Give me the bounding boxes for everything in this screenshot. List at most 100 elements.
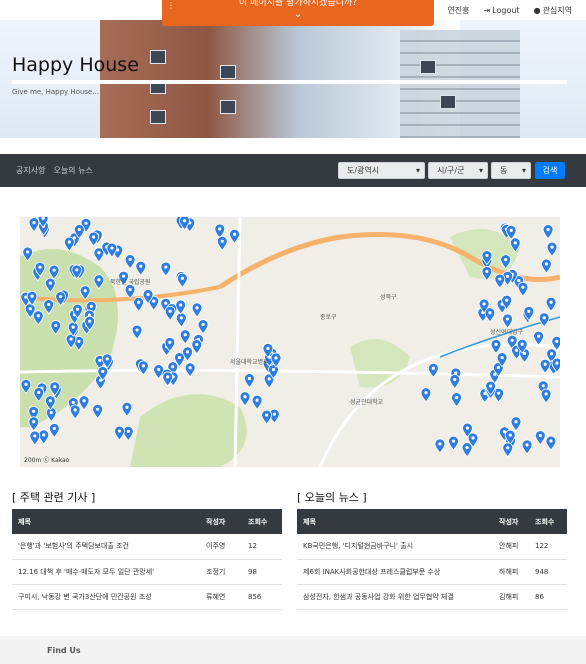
house-marker[interactable] xyxy=(239,391,251,407)
house-marker[interactable] xyxy=(542,224,554,240)
house-marker[interactable] xyxy=(541,258,552,274)
house-marker[interactable] xyxy=(534,430,546,446)
drag-handle-icon[interactable]: ⋮ xyxy=(167,1,175,10)
house-marker[interactable] xyxy=(451,392,462,408)
house-marker[interactable] xyxy=(448,435,459,451)
rating-toast[interactable]: ⋮ 이 페이지를 평가하시겠습니까? ⌄ xyxy=(162,0,434,26)
house-marker[interactable] xyxy=(164,305,176,321)
marker-dot xyxy=(180,276,184,280)
house-marker[interactable] xyxy=(420,387,432,403)
house-marker[interactable] xyxy=(28,217,40,233)
marker-dot xyxy=(514,348,519,352)
marker-dot xyxy=(544,262,549,266)
house-marker[interactable] xyxy=(114,425,125,441)
row-title[interactable]: 구미시, 낙동강 변 국가3산단에 민간공원 조성 xyxy=(12,584,200,610)
house-marker[interactable] xyxy=(251,394,263,410)
house-marker[interactable] xyxy=(545,435,557,451)
table-row[interactable]: KB국민은행, '디지털현금바구니' 출시 안해피 122 xyxy=(297,534,567,560)
house-marker[interactable] xyxy=(48,423,60,439)
house-marker[interactable] xyxy=(28,416,40,432)
kakao-map[interactable]: 종로구 성북구 북한산 국립공원 서울대학교병원 성균관대학교 성신여대입구 2… xyxy=(20,217,560,467)
house-marker[interactable] xyxy=(138,360,149,376)
table-row[interactable]: 제6회 INAK사회공헌대상 프레스클럽부문 수상 하해피 948 xyxy=(297,559,567,585)
house-marker[interactable] xyxy=(546,241,558,257)
house-marker[interactable] xyxy=(517,281,529,297)
row-title[interactable]: '은행'과 '보험사'의 주택담보대출 조건 xyxy=(12,534,200,560)
house-marker[interactable] xyxy=(29,430,41,446)
table-row[interactable]: 삼성전자, 한샘과 공동사업 강화 위한 업무협약 체결 김해피 86 xyxy=(297,584,567,610)
house-marker[interactable] xyxy=(490,339,502,355)
house-marker[interactable] xyxy=(124,284,136,300)
house-marker[interactable] xyxy=(175,312,187,328)
house-marker[interactable] xyxy=(461,442,473,458)
dong-select[interactable]: 동 ▾ xyxy=(491,162,531,179)
table-header-row: 제목 작성자 조회수 xyxy=(12,509,282,534)
house-marker[interactable] xyxy=(216,235,228,251)
row-title[interactable]: 제6회 INAK사회공헌대상 프레스클럽부문 수상 xyxy=(297,559,493,585)
row-author: 하해피 xyxy=(493,559,529,585)
house-marker[interactable] xyxy=(191,339,203,355)
house-marker[interactable] xyxy=(121,401,133,417)
row-title[interactable]: 삼성전자, 한샘과 공동사업 강화 위한 업무협약 체결 xyxy=(297,584,493,610)
house-marker[interactable] xyxy=(175,299,187,315)
nav-link-news[interactable]: 오늘의 뉴스 xyxy=(53,165,92,176)
house-marker[interactable] xyxy=(538,312,550,328)
house-marker[interactable] xyxy=(551,335,560,351)
house-marker[interactable] xyxy=(494,273,506,289)
house-marker[interactable] xyxy=(63,236,75,252)
house-marker[interactable] xyxy=(533,330,544,346)
house-marker[interactable] xyxy=(510,416,522,432)
nav-link-notice[interactable]: 공지사항 xyxy=(16,165,45,176)
row-title[interactable]: 12.16 대책 후 '매수·매도자 모두 일단 관망세' xyxy=(12,559,200,585)
search-button[interactable]: 검색 xyxy=(535,162,565,179)
house-marker[interactable] xyxy=(133,296,145,312)
house-marker[interactable] xyxy=(38,429,50,445)
house-marker[interactable] xyxy=(539,358,551,374)
house-marker[interactable] xyxy=(45,407,57,423)
marker-dot xyxy=(517,279,521,283)
table-row[interactable]: '은행'과 '보험사'의 주택담보대출 조건 이주영 12 xyxy=(12,534,282,560)
marker-dot xyxy=(82,399,86,403)
house-marker[interactable] xyxy=(545,296,557,312)
logout-link[interactable]: ⇥ Logout xyxy=(483,6,519,15)
house-marker[interactable] xyxy=(124,254,136,270)
favorite-area-link[interactable]: ● 관심지역 xyxy=(534,5,572,16)
province-select[interactable]: 도/광역시 ▾ xyxy=(338,162,425,179)
house-marker[interactable] xyxy=(191,302,203,318)
marker-dot xyxy=(543,362,547,366)
marker-dot xyxy=(42,433,46,437)
marker-dot xyxy=(164,301,168,305)
house-marker[interactable] xyxy=(434,438,446,454)
house-marker[interactable] xyxy=(197,319,209,335)
member-info-link[interactable]: 연진흥 xyxy=(447,5,469,16)
house-marker[interactable] xyxy=(502,442,514,458)
house-marker[interactable] xyxy=(244,373,255,389)
marker-dot xyxy=(179,303,183,307)
map-canvas[interactable] xyxy=(20,217,560,467)
table-row[interactable]: 구미시, 낙동강 변 국가3산단에 민간공원 조성 류혜연 856 xyxy=(12,584,282,610)
house-marker[interactable] xyxy=(540,388,552,404)
house-marker[interactable] xyxy=(92,403,104,419)
house-marker[interactable] xyxy=(176,272,188,288)
house-marker[interactable] xyxy=(502,313,513,329)
house-marker[interactable] xyxy=(179,329,191,345)
house-marker[interactable] xyxy=(69,404,81,420)
chevron-down-icon[interactable]: ⌄ xyxy=(162,10,434,20)
house-marker[interactable] xyxy=(160,261,172,277)
house-marker[interactable] xyxy=(214,223,226,239)
house-marker[interactable] xyxy=(122,426,134,442)
marker-dot xyxy=(542,316,546,320)
house-marker[interactable] xyxy=(261,409,273,425)
house-marker[interactable] xyxy=(135,260,147,276)
house-marker[interactable] xyxy=(131,324,143,340)
row-title[interactable]: KB국민은행, '디지털현금바구니' 출시 xyxy=(297,534,493,560)
house-marker[interactable] xyxy=(184,362,196,378)
house-marker[interactable] xyxy=(153,364,165,380)
marker-dot xyxy=(59,295,63,299)
district-select[interactable]: 시/구/군 ▾ xyxy=(428,162,488,179)
marker-dot xyxy=(497,391,501,395)
house-marker[interactable] xyxy=(521,439,533,455)
table-row[interactable]: 12.16 대책 후 '매수·매도자 모두 일단 관망세' 조정기 98 xyxy=(12,559,282,585)
house-marker[interactable] xyxy=(78,395,90,411)
house-marker[interactable] xyxy=(449,374,461,390)
